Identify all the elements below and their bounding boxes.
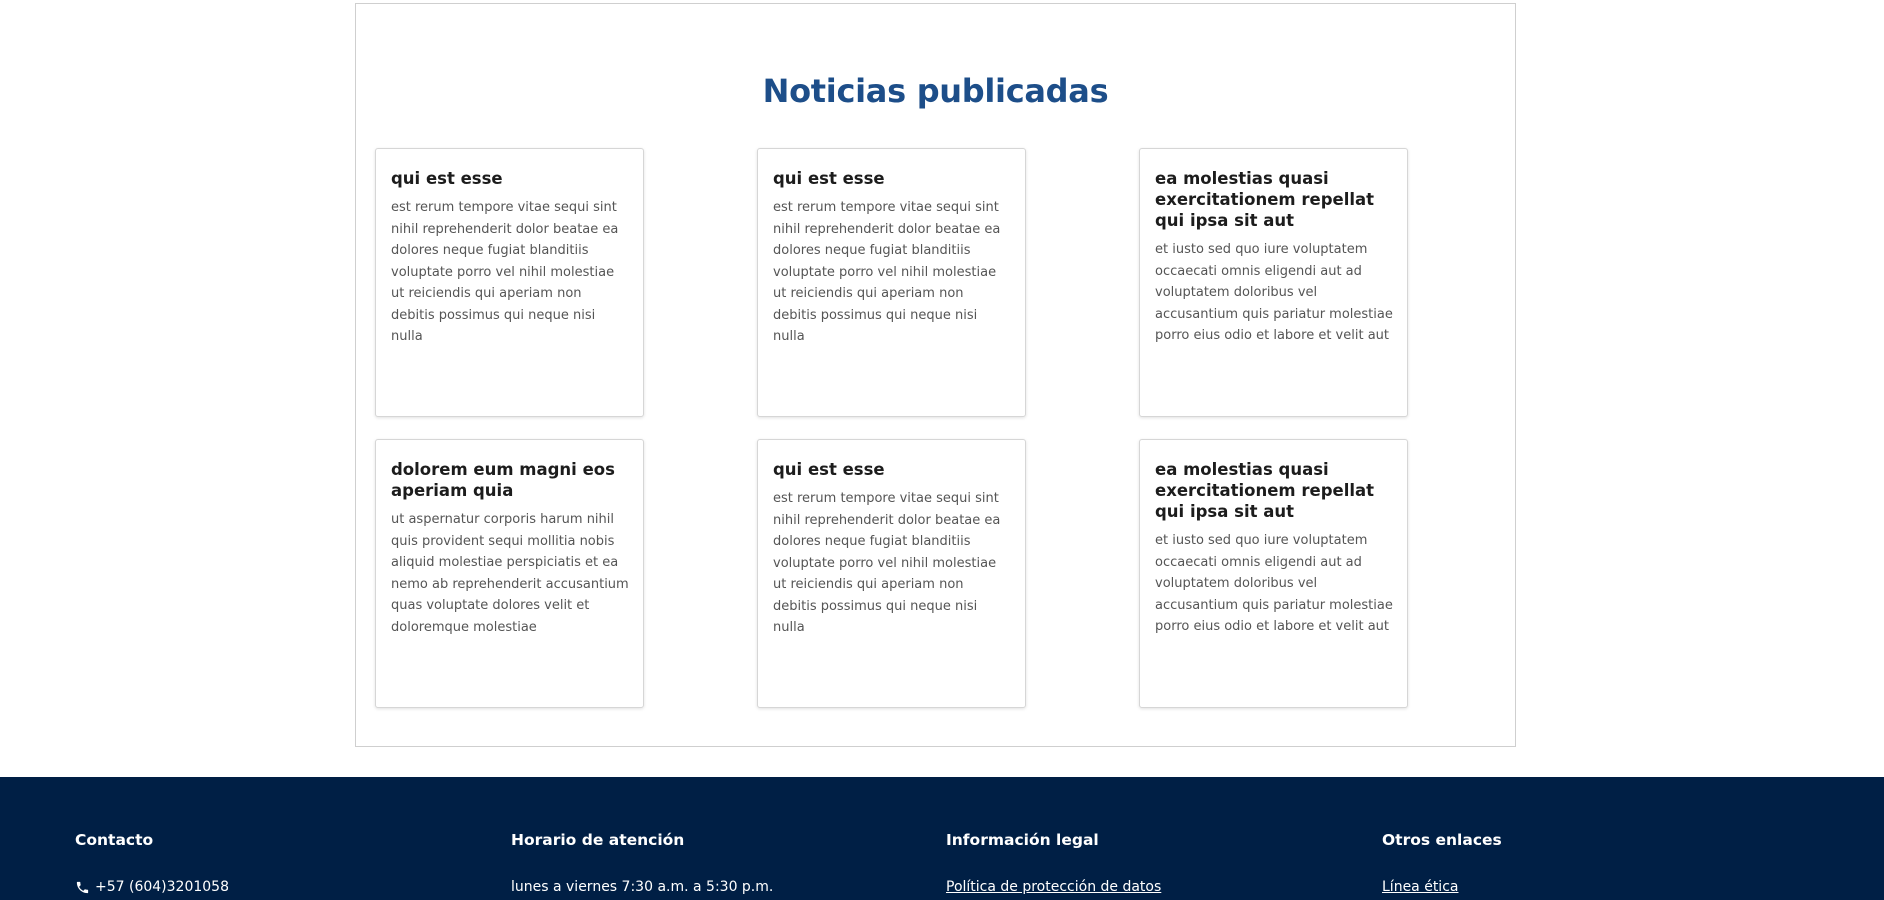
- news-card-body: est rerum tempore vitae sequi sint nihil…: [773, 200, 1001, 344]
- news-card-body: est rerum tempore vitae sequi sint nihil…: [773, 491, 1001, 635]
- footer-heading-schedule: Horario de atención: [511, 831, 685, 849]
- page-title: Noticias publicadas: [762, 72, 1109, 110]
- news-card-title: qui est esse: [773, 460, 885, 479]
- footer-heading-contact: Contacto: [75, 831, 154, 849]
- news-card-body: et iusto sed quo iure voluptatem occaeca…: [1155, 242, 1393, 343]
- news-card[interactable]: qui est esse est rerum tempore vitae seq…: [757, 148, 1026, 417]
- footer-legal: Información legal Política de protección…: [946, 831, 1161, 895]
- news-card-body: est rerum tempore vitae sequi sint nihil…: [391, 200, 619, 344]
- footer-schedule: Horario de atención lunes a viernes 7:30…: [511, 831, 773, 895]
- news-card-title: qui est esse: [391, 169, 503, 188]
- footer-other-links: Otros enlaces Línea ética: [1382, 831, 1502, 895]
- ethics-line-link[interactable]: Línea ética: [1382, 879, 1502, 895]
- news-grid: qui est esse est rerum tempore vitae seq…: [375, 148, 1408, 708]
- footer-phone: +57 (604)3201058: [75, 879, 229, 895]
- news-card-body: et iusto sed quo iure voluptatem occaeca…: [1155, 533, 1393, 634]
- news-card-title: dolorem eum magni eos aperiam quia: [391, 460, 615, 500]
- news-card[interactable]: ea molestias quasi exercitationem repell…: [1139, 439, 1408, 708]
- news-card-body: ut aspernatur corporis harum nihil quis …: [391, 512, 629, 635]
- news-card[interactable]: dolorem eum magni eos aperiam quia ut as…: [375, 439, 644, 708]
- news-card-title: qui est esse: [773, 169, 885, 188]
- schedule-hours: lunes a viernes 7:30 a.m. a 5:30 p.m.: [511, 879, 774, 895]
- privacy-policy-link[interactable]: Política de protección de datos: [946, 879, 1161, 895]
- footer-heading-legal: Información legal: [946, 831, 1099, 849]
- news-card[interactable]: qui est esse est rerum tempore vitae seq…: [375, 148, 644, 417]
- news-card[interactable]: ea molestias quasi exercitationem repell…: [1139, 148, 1408, 417]
- news-panel: Noticias publicadas qui est esse est rer…: [355, 3, 1516, 747]
- footer-contact: Contacto +57 (604)3201058: [75, 831, 229, 895]
- footer-heading-other: Otros enlaces: [1382, 831, 1502, 849]
- news-card-title: ea molestias quasi exercitationem repell…: [1155, 169, 1375, 230]
- phone-number: +57 (604)3201058: [95, 879, 229, 895]
- phone-icon: [76, 881, 89, 893]
- site-footer: Contacto +57 (604)3201058 Horario de ate…: [0, 777, 1884, 900]
- news-card-title: ea molestias quasi exercitationem repell…: [1155, 460, 1375, 521]
- news-card[interactable]: qui est esse est rerum tempore vitae seq…: [757, 439, 1026, 708]
